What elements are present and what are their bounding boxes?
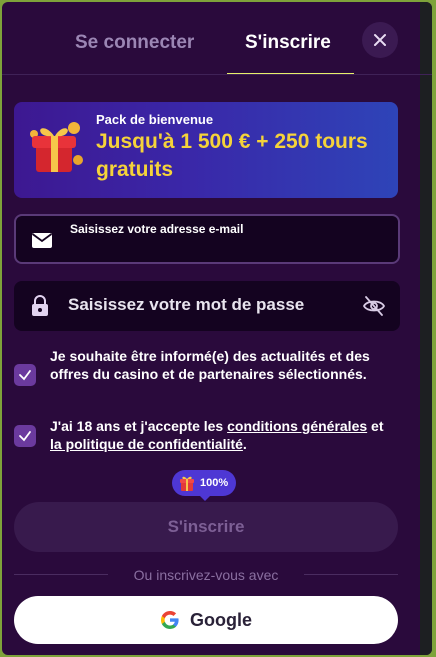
auth-tabs: Se connecter S'inscrire [2,2,432,75]
privacy-link[interactable]: la politique de confidentialité [50,436,243,452]
tab-register[interactable]: S'inscrire [245,32,331,54]
tab-login[interactable]: Se connecter [75,32,194,54]
google-icon [161,611,179,629]
news-consent-checkbox[interactable] [14,364,36,386]
signup-modal: Se connecter S'inscrire Pack de bienvenu… [2,2,432,655]
register-submit-button[interactable]: S'inscrire [14,502,398,552]
tabs-divider [2,74,432,75]
google-signup-button[interactable]: Google [14,596,398,644]
terms-prefix: J'ai 18 ans et j'accepte les [50,418,228,434]
welcome-bonus-banner: Pack de bienvenue Jusqu'à 1 500 € + 250 … [14,102,398,198]
social-divider-text: Ou inscrivez-vous avec [133,567,279,583]
password-placeholder: Saisissez votre mot de passe [68,295,305,314]
google-button-label: Google [190,609,252,630]
terms-consent-checkbox[interactable] [14,425,36,447]
social-divider: Ou inscrivez-vous avec [14,565,398,585]
envelope-icon [31,233,53,248]
bonus-badge-text: 100% [200,477,229,489]
gift-box-icon [180,476,194,491]
gift-box-icon [30,122,83,172]
email-field[interactable]: Saisissez votre adresse e-mail [14,214,400,264]
news-consent-text: Je souhaite être informé(e) des actualit… [50,348,370,382]
close-button[interactable] [362,22,398,58]
terms-middle: et [367,418,384,434]
bonus-badge-pointer [199,495,211,501]
close-icon [374,34,386,46]
eye-off-icon[interactable] [362,294,386,318]
terms-suffix: . [242,436,247,452]
background-strip [420,2,432,655]
password-field[interactable]: Saisissez votre mot de passe [14,281,400,331]
terms-link[interactable]: conditions générales [227,418,367,434]
check-icon [19,431,31,442]
terms-consent-text: J'ai 18 ans et j'accepte les conditions … [50,417,396,453]
promo-title: Jusqu'à 1 500 € + 250 tours gratuits [96,130,368,181]
divider-line-right [304,574,398,575]
email-field-label: Saisissez votre adresse e-mail [70,222,244,236]
promo-subtitle: Pack de bienvenue [96,112,214,127]
lock-icon [32,295,48,316]
check-icon [19,370,31,381]
bonus-badge: 100% [172,470,237,496]
